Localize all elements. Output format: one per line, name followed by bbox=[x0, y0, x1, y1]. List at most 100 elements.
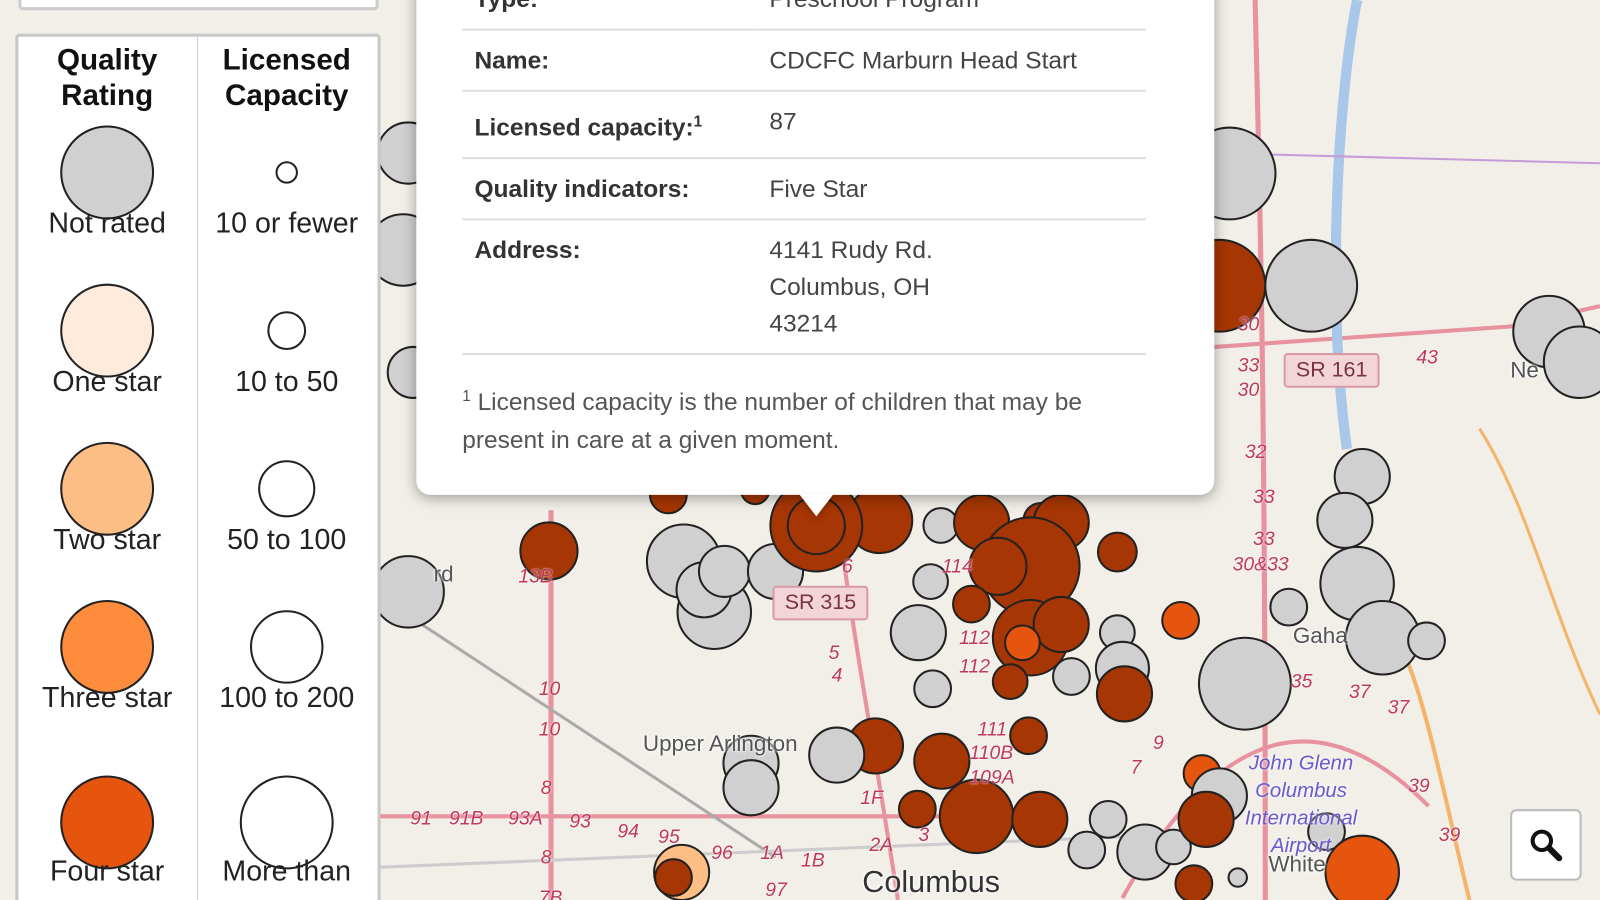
legend-capacity-header: Licensed Capacity bbox=[222, 43, 351, 113]
capacity-size-icon bbox=[267, 311, 307, 350]
childcare-marker[interactable] bbox=[1052, 657, 1091, 696]
route-number: 32 bbox=[1244, 441, 1267, 464]
route-number: 1B bbox=[801, 849, 825, 872]
route-number: 8 bbox=[540, 846, 552, 869]
childcare-marker[interactable] bbox=[1088, 799, 1128, 839]
legend-quality-label: One star bbox=[52, 365, 162, 397]
legend-capacity-item bbox=[198, 161, 376, 184]
address-value: 4141 Rudy Rd. Columbus, OH 43214 bbox=[757, 219, 1146, 356]
childcare-marker[interactable] bbox=[1227, 867, 1248, 888]
route-number: 30&33 bbox=[1232, 554, 1289, 576]
childcare-marker[interactable] bbox=[654, 858, 693, 897]
childcare-marker[interactable] bbox=[913, 732, 971, 790]
address-line: 4141 Rudy Rd. bbox=[769, 236, 933, 265]
address-label: Address: bbox=[462, 219, 758, 356]
legend-quality-item bbox=[18, 599, 196, 694]
route-number: 7 bbox=[1130, 757, 1142, 779]
route-number: 43 bbox=[1416, 346, 1438, 369]
legend-quality-item bbox=[18, 283, 196, 378]
route-number: 95 bbox=[658, 826, 680, 848]
childcare-marker[interactable] bbox=[922, 507, 960, 544]
childcare-marker[interactable] bbox=[1161, 601, 1200, 640]
childcare-marker[interactable] bbox=[1009, 716, 1048, 756]
row-name: Name: CDCFC Marburn Head Start bbox=[462, 29, 1146, 92]
legend-quality-label: Two star bbox=[53, 523, 162, 556]
capacity-size-icon bbox=[258, 460, 316, 518]
quality-swatch-icon bbox=[60, 441, 155, 536]
childcare-marker[interactable] bbox=[889, 604, 947, 662]
route-number: 37 bbox=[1348, 681, 1371, 704]
legend-capacity-label: 10 to 50 bbox=[235, 365, 339, 397]
route-number: 91 bbox=[410, 808, 432, 830]
route-number: 97 bbox=[765, 879, 787, 900]
route-number: 112 bbox=[959, 627, 991, 649]
childcare-marker[interactable] bbox=[1095, 665, 1154, 723]
route-number: 33 bbox=[1253, 528, 1275, 550]
childcare-marker[interactable] bbox=[722, 759, 780, 817]
childcare-marker[interactable] bbox=[1011, 790, 1069, 848]
childcare-marker[interactable] bbox=[991, 663, 1029, 700]
quality-swatch-icon bbox=[60, 283, 155, 378]
route-number: 30 bbox=[1237, 314, 1260, 336]
capacity-label-text: Licensed capacity: bbox=[474, 114, 694, 142]
type-label: Type: bbox=[462, 0, 758, 31]
childcare-marker[interactable] bbox=[1264, 238, 1359, 333]
facility-details-table: Type:Preschool Program Name:CDCFC Marbur… bbox=[462, 0, 1146, 356]
address-line: Columbus, OH bbox=[769, 273, 930, 302]
legend-quality-header: Quality Rating bbox=[56, 43, 158, 113]
route-number: 7B bbox=[538, 887, 563, 900]
childcare-marker[interactable] bbox=[952, 584, 991, 624]
route-number: 10 bbox=[538, 678, 561, 700]
route-number: 91B bbox=[448, 808, 484, 830]
childcare-marker[interactable] bbox=[938, 778, 1015, 855]
place-label: Ne bbox=[1510, 357, 1539, 383]
place-label: rd bbox=[433, 561, 454, 587]
route-number: 3 bbox=[918, 824, 930, 846]
childcare-marker[interactable] bbox=[1269, 587, 1309, 627]
childcare-marker[interactable] bbox=[697, 544, 752, 598]
legend-capacity-item bbox=[198, 460, 376, 518]
childcare-marker[interactable] bbox=[1004, 624, 1041, 662]
childcare-marker[interactable] bbox=[1174, 864, 1214, 900]
childcare-marker[interactable] bbox=[1197, 636, 1292, 731]
childcare-marker[interactable] bbox=[1316, 491, 1374, 549]
route-number: 93 bbox=[569, 811, 591, 833]
route-number: 5 bbox=[828, 642, 840, 665]
route-number: 30 bbox=[1237, 379, 1260, 402]
row-type: Type:Preschool Program bbox=[462, 0, 1146, 31]
address-line: 43214 bbox=[769, 310, 838, 338]
childcare-marker[interactable] bbox=[897, 789, 937, 829]
footnote: 1 Licensed capacity is the number of chi… bbox=[462, 378, 1156, 460]
capacity-size-icon bbox=[249, 610, 324, 684]
type-value: Preschool Program bbox=[757, 0, 1146, 31]
road-line bbox=[1478, 427, 1600, 715]
place-label: Columbus bbox=[862, 865, 1001, 899]
footnote-mark: 1 bbox=[462, 387, 471, 406]
legend-capacity-label: 50 to 100 bbox=[227, 523, 347, 556]
route-number: 1F bbox=[860, 787, 883, 810]
map-app: SR 315 SR 161 Upper Arlington Columbus Gaha N… bbox=[0, 0, 1600, 900]
childcare-marker[interactable] bbox=[1096, 531, 1138, 573]
legend-capacity-column: Licensed Capacity 10 or fewer 10 to 50 50 … bbox=[196, 36, 376, 900]
route-number: 35 bbox=[1290, 671, 1313, 693]
route-number: 110B bbox=[969, 742, 1014, 765]
childcare-marker[interactable] bbox=[1177, 790, 1235, 848]
childcare-marker[interactable] bbox=[808, 726, 866, 784]
airport-label-line: Airport bbox=[1270, 834, 1332, 858]
search-button[interactable] bbox=[1510, 809, 1582, 881]
legend-capacity-item bbox=[198, 610, 376, 684]
childcare-marker[interactable] bbox=[1407, 621, 1446, 661]
childcare-marker[interactable] bbox=[913, 669, 953, 709]
quality-swatch-icon bbox=[60, 125, 155, 220]
route-number: 39 bbox=[1408, 775, 1430, 797]
legend-capacity-label: More than bbox=[222, 855, 352, 887]
childcare-marker[interactable] bbox=[1067, 830, 1107, 870]
legend-capacity-label: 10 or fewer bbox=[215, 207, 359, 239]
quality-label: Quality indicators: bbox=[462, 158, 758, 221]
legend-capacity-label: 100 to 200 bbox=[219, 681, 355, 714]
route-number: 93A bbox=[508, 808, 543, 830]
footnote-text: Licensed capacity is the number of child… bbox=[462, 388, 1082, 455]
childcare-marker[interactable] bbox=[1032, 595, 1090, 654]
route-number: 114 bbox=[941, 556, 973, 578]
route-number: 33 bbox=[1253, 486, 1275, 509]
